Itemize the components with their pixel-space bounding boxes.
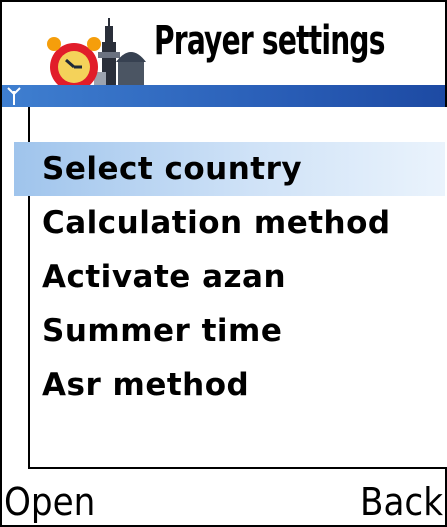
page-title: Prayer settings [154, 18, 385, 64]
menu-item-activate-azan[interactable]: Activate azan [14, 250, 445, 304]
open-softkey[interactable]: Open [4, 480, 95, 524]
signal-antenna-icon [7, 87, 21, 105]
menu-item-select-country[interactable]: Select country [14, 142, 445, 196]
app-window: Prayer settings Select country Calculati… [0, 0, 447, 527]
softkey-bar: Open Back [2, 472, 445, 525]
settings-menu: Select country Calculation method Activa… [14, 142, 445, 412]
status-strip [2, 85, 445, 107]
menu-item-asr-method[interactable]: Asr method [14, 358, 445, 412]
menu-item-summer-time[interactable]: Summer time [14, 304, 445, 358]
title-bar: Prayer settings [2, 2, 445, 96]
back-softkey[interactable]: Back [360, 480, 443, 524]
menu-item-calculation-method[interactable]: Calculation method [14, 196, 445, 250]
